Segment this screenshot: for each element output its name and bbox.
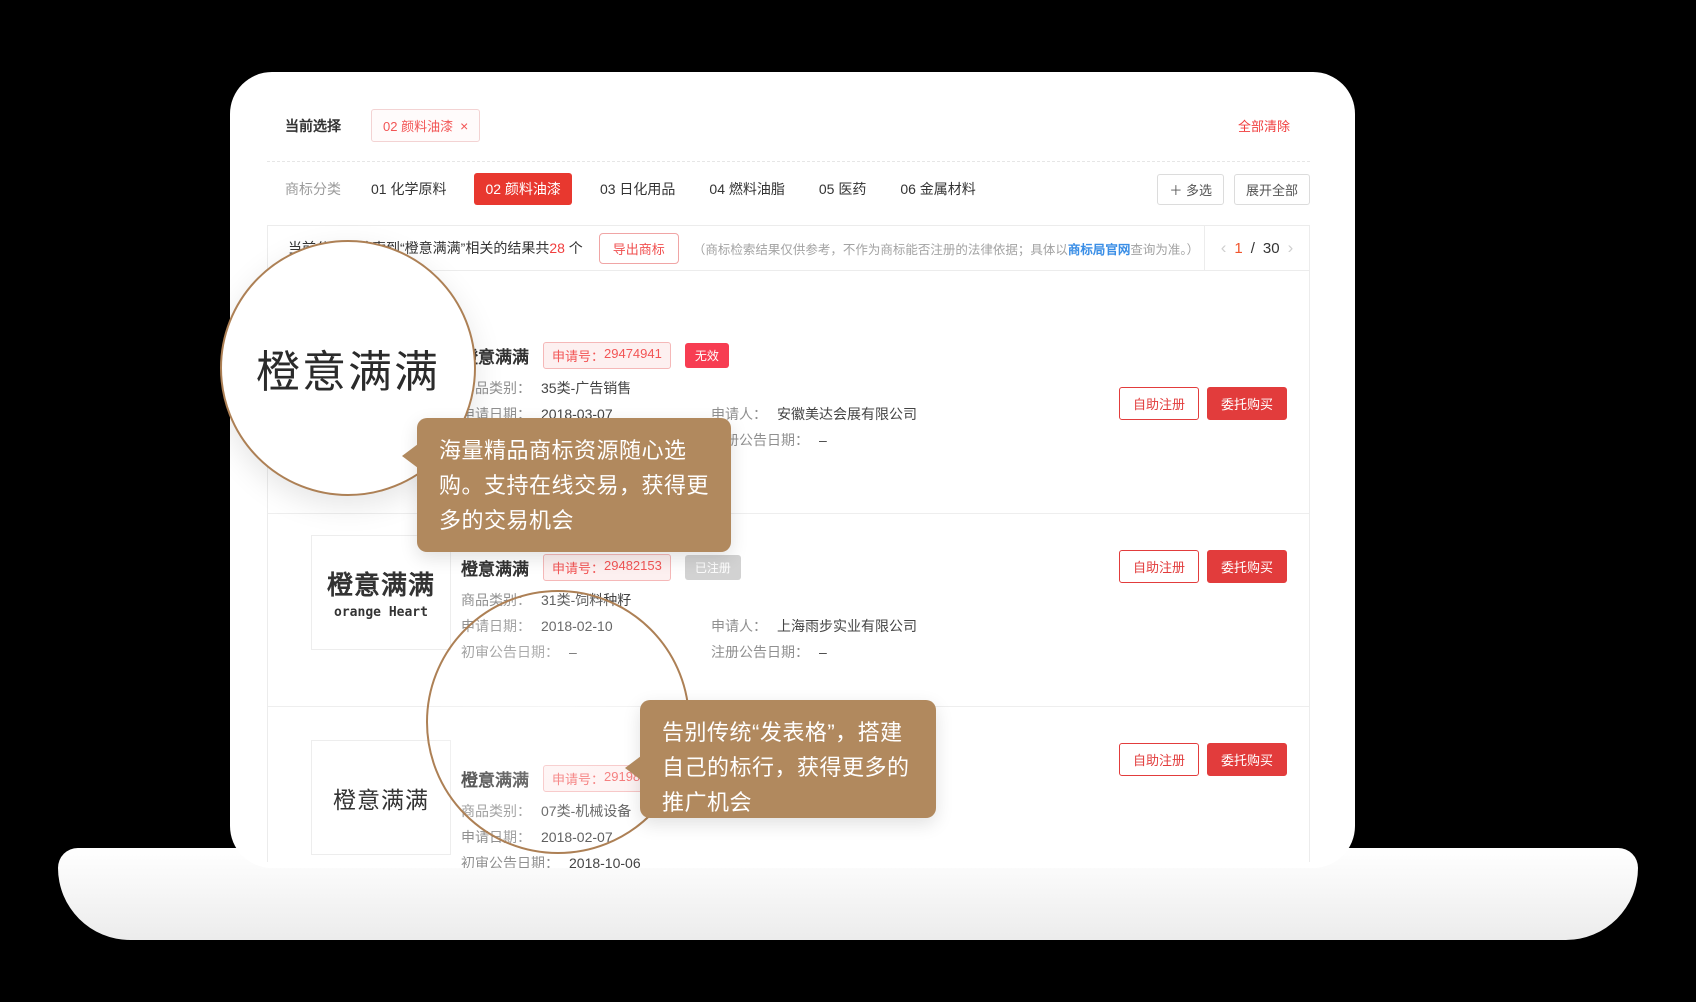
callout-marketplace-text: 海量精品商标资源随心选购。支持在线交易，获得更多的交易机会 xyxy=(439,438,709,533)
next-page-arrow[interactable]: › xyxy=(1288,238,1294,258)
callout-arrow-left-icon xyxy=(625,756,641,780)
entrust-purchase-button[interactable]: 委托购买 xyxy=(1207,387,1287,420)
field-value: – xyxy=(569,643,577,662)
category-buttons: ＋ 多选 展开全部 xyxy=(1157,174,1310,205)
category-item-03[interactable]: 03 日化用品 xyxy=(600,179,675,199)
trademark-office-link[interactable]: 商标局官网 xyxy=(1068,243,1131,257)
field-label: 注册公告日期： xyxy=(711,643,809,662)
device-mockup: 当前选择 02 颜料油漆 × 全部清除 商标分类 01 化学原料 02 颜料油漆… xyxy=(0,0,1696,1002)
field-value: 2018-10-06 xyxy=(569,854,641,868)
row-actions: 自助注册 委托购买 xyxy=(1119,387,1287,420)
field-value: 上海雨步实业有限公司 xyxy=(777,617,917,636)
field-value: – xyxy=(819,431,827,450)
selected-filter-tag[interactable]: 02 颜料油漆 × xyxy=(371,109,480,142)
category-item-01[interactable]: 01 化学原料 xyxy=(371,179,446,199)
field-value: 安徽美达会展有限公司 xyxy=(777,405,917,424)
field-label: 初审公告日期： xyxy=(461,643,559,662)
field-label: 初审公告日期： xyxy=(461,854,559,868)
expand-all-button[interactable]: 展开全部 xyxy=(1234,174,1310,205)
field-value: 35类-广告销售 xyxy=(541,379,631,398)
results-count: 28 xyxy=(549,240,565,256)
trademark-details: 橙意满满 申请号：29482153 已注册 商品类别： 31类-饲料种籽 申请日期… xyxy=(461,554,917,669)
entrust-purchase-button[interactable]: 委托购买 xyxy=(1207,550,1287,583)
self-register-button[interactable]: 自助注册 xyxy=(1119,387,1199,420)
page-divider: / xyxy=(1251,240,1255,257)
prev-page-arrow[interactable]: ‹ xyxy=(1221,238,1227,258)
callout-build-brand-text: 告别传统“发表格”，搭建自己的标行，获得更多的推广机会 xyxy=(662,720,910,815)
total-pages: 30 xyxy=(1263,240,1280,257)
magnified-trademark-text: 橙意满满 xyxy=(256,336,440,400)
application-number-tag: 申请号：29482153 xyxy=(543,554,671,581)
status-badge-registered: 已注册 xyxy=(685,555,741,580)
category-filter-row: 商标分类 01 化学原料 02 颜料油漆 03 日化用品 04 燃料油脂 05 … xyxy=(267,168,1310,210)
category-item-04[interactable]: 04 燃料油脂 xyxy=(709,179,784,199)
field-label: 申请日期： xyxy=(461,617,531,636)
export-trademarks-button[interactable]: 导出商标 xyxy=(599,233,679,264)
trademark-name[interactable]: 橙意满满 xyxy=(461,555,529,580)
trademark-image-text: 橙意满满 xyxy=(333,781,429,815)
tag-close-icon[interactable]: × xyxy=(460,119,468,133)
current-page: 1 xyxy=(1234,240,1242,257)
entrust-purchase-button[interactable]: 委托购买 xyxy=(1207,743,1287,776)
status-badge-invalid: 无效 xyxy=(685,343,729,368)
field-value: 2018-02-10 xyxy=(541,617,613,636)
trademark-image-subtext: orange Heart xyxy=(334,605,428,620)
row-actions: 自助注册 委托购买 xyxy=(1119,743,1287,776)
trademark-image[interactable]: 橙意满满 xyxy=(311,740,451,855)
category-row-label: 商标分类 xyxy=(285,179,341,199)
row-actions: 自助注册 委托购买 xyxy=(1119,550,1287,583)
self-register-button[interactable]: 自助注册 xyxy=(1119,743,1199,776)
field-value: 31类-饲料种籽 xyxy=(541,591,631,610)
callout-marketplace: 海量精品商标资源随心选购。支持在线交易，获得更多的交易机会 xyxy=(417,418,731,552)
clear-all-link[interactable]: 全部清除 xyxy=(1238,116,1290,135)
results-disclaimer: （商标检索结果仅供参考，不作为商标能否注册的法律依据；具体以商标局官网查询为准。… xyxy=(693,239,1199,258)
multi-select-button[interactable]: ＋ 多选 xyxy=(1157,174,1224,205)
field-value: – xyxy=(819,643,827,662)
trademark-image[interactable]: 橙意满满 orange Heart xyxy=(311,535,451,650)
category-item-06[interactable]: 06 金属材料 xyxy=(900,179,975,199)
category-item-02-active[interactable]: 02 颜料油漆 xyxy=(474,173,571,205)
callout-build-brand: 告别传统“发表格”，搭建自己的标行，获得更多的推广机会 xyxy=(640,700,936,818)
selected-filter-tag-label: 02 颜料油漆 xyxy=(383,116,453,135)
trademark-image-text: 橙意满满 xyxy=(327,565,435,602)
field-value: 07类-机械设备 xyxy=(541,802,631,821)
callout-arrow-left-icon xyxy=(402,444,418,468)
application-number-tag: 申请号：29474941 xyxy=(543,342,671,369)
current-selection-label: 当前选择 xyxy=(285,116,341,136)
self-register-button[interactable]: 自助注册 xyxy=(1119,550,1199,583)
field-label: 商品类别： xyxy=(461,802,531,821)
current-selection-bar: 当前选择 02 颜料油漆 × 全部清除 xyxy=(267,100,1310,162)
field-value: 2018-02-07 xyxy=(541,828,613,847)
field-label: 申请人： xyxy=(711,617,767,636)
field-label: 申请日期： xyxy=(461,828,531,847)
pagination: ‹ 1 / 30 › xyxy=(1204,226,1309,270)
trademark-name[interactable]: 橙意满满 xyxy=(461,766,529,791)
category-item-05[interactable]: 05 医药 xyxy=(819,179,866,199)
field-label: 商品类别： xyxy=(461,591,531,610)
